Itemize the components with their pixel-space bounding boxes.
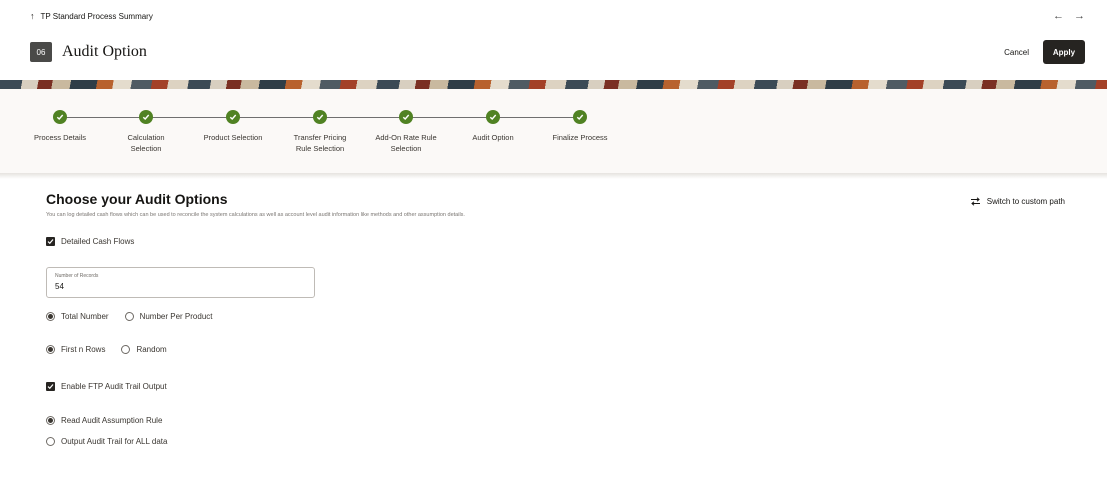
radio-selected-icon[interactable] [46,312,55,321]
checkmark-icon[interactable] [313,110,327,124]
train-stop-label[interactable]: Calculation Selection [127,132,164,154]
section-title: Choose your Audit Options [46,191,228,207]
train-stop-label[interactable]: Finalize Process [552,132,607,143]
train-stop[interactable]: Add-On Rate Rule Selection [361,110,451,154]
train-stop[interactable]: Audit Option [448,110,538,143]
enable-ftp-audit-trail-checkbox[interactable]: Enable FTP Audit Trail Output [46,382,167,391]
checkmark-icon[interactable] [399,110,413,124]
page-header: ↑ TP Standard Process Summary ← → 06 Aud… [0,0,1107,80]
train-stop-label[interactable]: Add-On Rate Rule Selection [375,132,436,154]
train-stop-label[interactable]: Transfer Pricing Rule Selection [294,132,347,154]
checkmark-icon[interactable] [226,110,240,124]
breadcrumb[interactable]: ↑ TP Standard Process Summary [30,11,153,21]
checkmark-icon[interactable] [53,110,67,124]
audit-options-section: Choose your Audit Options You can log de… [0,179,1107,459]
train-stop[interactable]: Calculation Selection [101,110,191,154]
checkbox-checked-icon[interactable] [46,382,55,391]
switch-to-custom-path-link[interactable]: Switch to custom path [970,197,1065,206]
audit-source-option-2: Output Audit Trail for ALL data [46,437,167,446]
switch-to-custom-path-label[interactable]: Switch to custom path [987,197,1065,206]
train-stop-label[interactable]: Audit Option [472,132,513,143]
radio-total-number[interactable]: Total Number [46,312,109,321]
section-description: You can log detailed cash flows which ca… [46,212,465,218]
step-navigation: ← → [1053,10,1085,22]
radio-random[interactable]: Random [121,345,167,354]
swap-arrows-icon [970,197,980,206]
audit-option-page: ↑ TP Standard Process Summary ← → 06 Aud… [0,0,1107,489]
train-stop[interactable]: Product Selection [188,110,278,143]
radio-number-per-product-label: Number Per Product [139,312,213,321]
decorative-banner [0,80,1107,89]
number-of-records-input[interactable] [55,282,255,291]
checkmark-icon[interactable] [139,110,153,124]
cancel-button[interactable]: Cancel [1004,48,1029,57]
train-stop-label[interactable]: Process Details [34,132,86,143]
breadcrumb-label[interactable]: TP Standard Process Summary [41,12,153,21]
radio-read-audit-assumption-rule[interactable]: Read Audit Assumption Rule [46,416,162,425]
arrow-left-icon[interactable]: ← [1053,10,1064,22]
train-stop-label[interactable]: Product Selection [204,132,263,143]
checkmark-icon[interactable] [486,110,500,124]
train-stop[interactable]: Transfer Pricing Rule Selection [275,110,365,154]
detailed-cash-flows-label: Detailed Cash Flows [61,237,135,246]
radio-total-number-label: Total Number [61,312,109,321]
radio-selected-icon[interactable] [46,345,55,354]
page-title: Audit Option [62,43,147,60]
radio-random-label: Random [136,345,167,354]
train-stop[interactable]: Finalize Process [535,110,625,143]
process-train: Process Details Calculation Selection Prod… [0,89,1107,173]
row-mode-radio-group: First n Rows Random [46,345,167,354]
title-row: 06 Audit Option [30,42,147,62]
radio-output-audit-trail-all-data[interactable]: Output Audit Trail for ALL data [46,437,167,446]
radio-selected-icon[interactable] [46,416,55,425]
audit-source-option-1: Read Audit Assumption Rule [46,416,162,425]
header-actions: Cancel Apply [1004,40,1085,64]
radio-output-audit-trail-all-data-label: Output Audit Trail for ALL data [61,437,168,446]
detailed-cash-flows-checkbox[interactable]: Detailed Cash Flows [46,237,134,246]
radio-first-n-rows[interactable]: First n Rows [46,345,105,354]
arrow-right-icon[interactable]: → [1074,10,1085,22]
number-of-records-field[interactable]: Number of Records [46,267,315,298]
checkmark-icon[interactable] [573,110,587,124]
arrow-up-icon[interactable]: ↑ [30,11,35,21]
checkbox-checked-icon[interactable] [46,237,55,246]
apply-button[interactable]: Apply [1043,40,1085,64]
radio-read-audit-assumption-rule-label: Read Audit Assumption Rule [61,416,163,425]
train-stop[interactable]: Process Details [15,110,105,143]
count-mode-radio-group: Total Number Number Per Product [46,312,213,321]
radio-unselected-icon[interactable] [124,312,134,321]
enable-ftp-audit-trail-label: Enable FTP Audit Trail Output [61,382,167,391]
step-number-badge: 06 [30,42,52,62]
number-of-records-label: Number of Records [55,273,99,279]
radio-unselected-icon[interactable] [121,345,131,354]
radio-first-n-rows-label: First n Rows [61,345,106,354]
radio-unselected-icon[interactable] [46,437,55,446]
radio-number-per-product[interactable]: Number Per Product [124,312,213,321]
